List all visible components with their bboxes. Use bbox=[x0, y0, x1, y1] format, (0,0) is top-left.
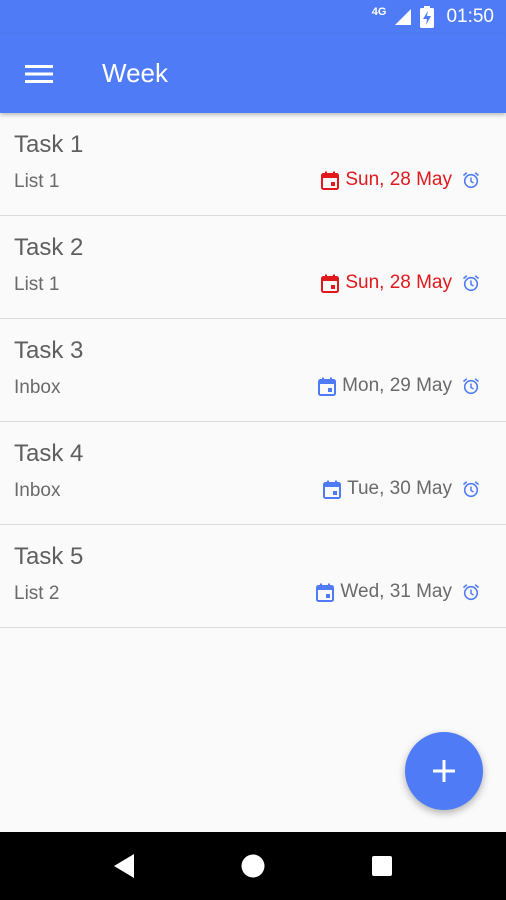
task-title: Task 4 bbox=[14, 440, 84, 467]
calendar-icon bbox=[321, 171, 340, 190]
calendar-icon bbox=[321, 274, 340, 293]
battery-charging-icon bbox=[420, 6, 435, 28]
calendar-icon bbox=[318, 377, 337, 396]
task-row[interactable]: Task 2 List 1 Sun, 28 May bbox=[0, 216, 506, 319]
task-list-name: Inbox bbox=[14, 480, 61, 501]
task-list-name: List 1 bbox=[14, 171, 60, 192]
task-date-text: Wed, 31 May bbox=[340, 581, 452, 602]
task-title: Task 2 bbox=[14, 234, 84, 261]
task-date-text: Mon, 29 May bbox=[342, 375, 452, 396]
task-title: Task 1 bbox=[14, 131, 84, 158]
task-list-name: List 1 bbox=[14, 274, 60, 295]
home-button[interactable] bbox=[223, 836, 283, 896]
menu-icon bbox=[25, 64, 53, 83]
task-list-name: List 2 bbox=[14, 583, 60, 604]
network-type: 4G bbox=[371, 6, 387, 18]
alarm-icon[interactable] bbox=[462, 274, 480, 292]
alarm-icon[interactable] bbox=[462, 480, 480, 498]
signal-icon bbox=[395, 9, 412, 25]
task-date-text: Sun, 28 May bbox=[345, 169, 452, 190]
back-icon bbox=[114, 854, 135, 878]
task-row[interactable]: Task 4 Inbox Tue, 30 May bbox=[0, 422, 506, 525]
task-list-name: Inbox bbox=[14, 377, 61, 398]
task-list: Task 1 List 1 Sun, 28 May Task 2 List 1 bbox=[0, 113, 506, 628]
task-date-text: Sun, 28 May bbox=[345, 272, 452, 293]
alarm-icon[interactable] bbox=[462, 583, 480, 601]
task-title: Task 5 bbox=[14, 543, 84, 570]
menu-button[interactable] bbox=[0, 34, 78, 113]
home-icon bbox=[241, 854, 265, 878]
alarm-icon[interactable] bbox=[462, 171, 480, 189]
add-task-button[interactable] bbox=[405, 732, 483, 810]
task-due-date: Mon, 29 May bbox=[318, 375, 452, 397]
system-nav-bar bbox=[0, 832, 506, 900]
task-due-date: Sun, 28 May bbox=[321, 272, 452, 294]
alarm-icon[interactable] bbox=[462, 377, 480, 395]
calendar-icon bbox=[316, 583, 335, 602]
task-row[interactable]: Task 3 Inbox Mon, 29 May bbox=[0, 319, 506, 422]
app-bar: Week bbox=[0, 34, 506, 113]
plus-icon bbox=[433, 760, 455, 782]
task-date-text: Tue, 30 May bbox=[347, 478, 452, 499]
task-title: Task 3 bbox=[14, 337, 84, 364]
calendar-icon bbox=[323, 480, 342, 499]
task-due-date: Wed, 31 May bbox=[316, 581, 452, 603]
recents-button[interactable] bbox=[352, 836, 412, 896]
back-button[interactable] bbox=[94, 836, 154, 896]
recents-icon bbox=[371, 856, 392, 876]
status-bar: 4G 01:50 bbox=[0, 0, 506, 34]
page-title: Week bbox=[102, 58, 168, 88]
status-time: 01:50 bbox=[446, 6, 494, 27]
task-row[interactable]: Task 1 List 1 Sun, 28 May bbox=[0, 113, 506, 216]
task-row[interactable]: Task 5 List 2 Wed, 31 May bbox=[0, 525, 506, 628]
task-due-date: Sun, 28 May bbox=[321, 169, 452, 191]
task-due-date: Tue, 30 May bbox=[323, 478, 452, 500]
